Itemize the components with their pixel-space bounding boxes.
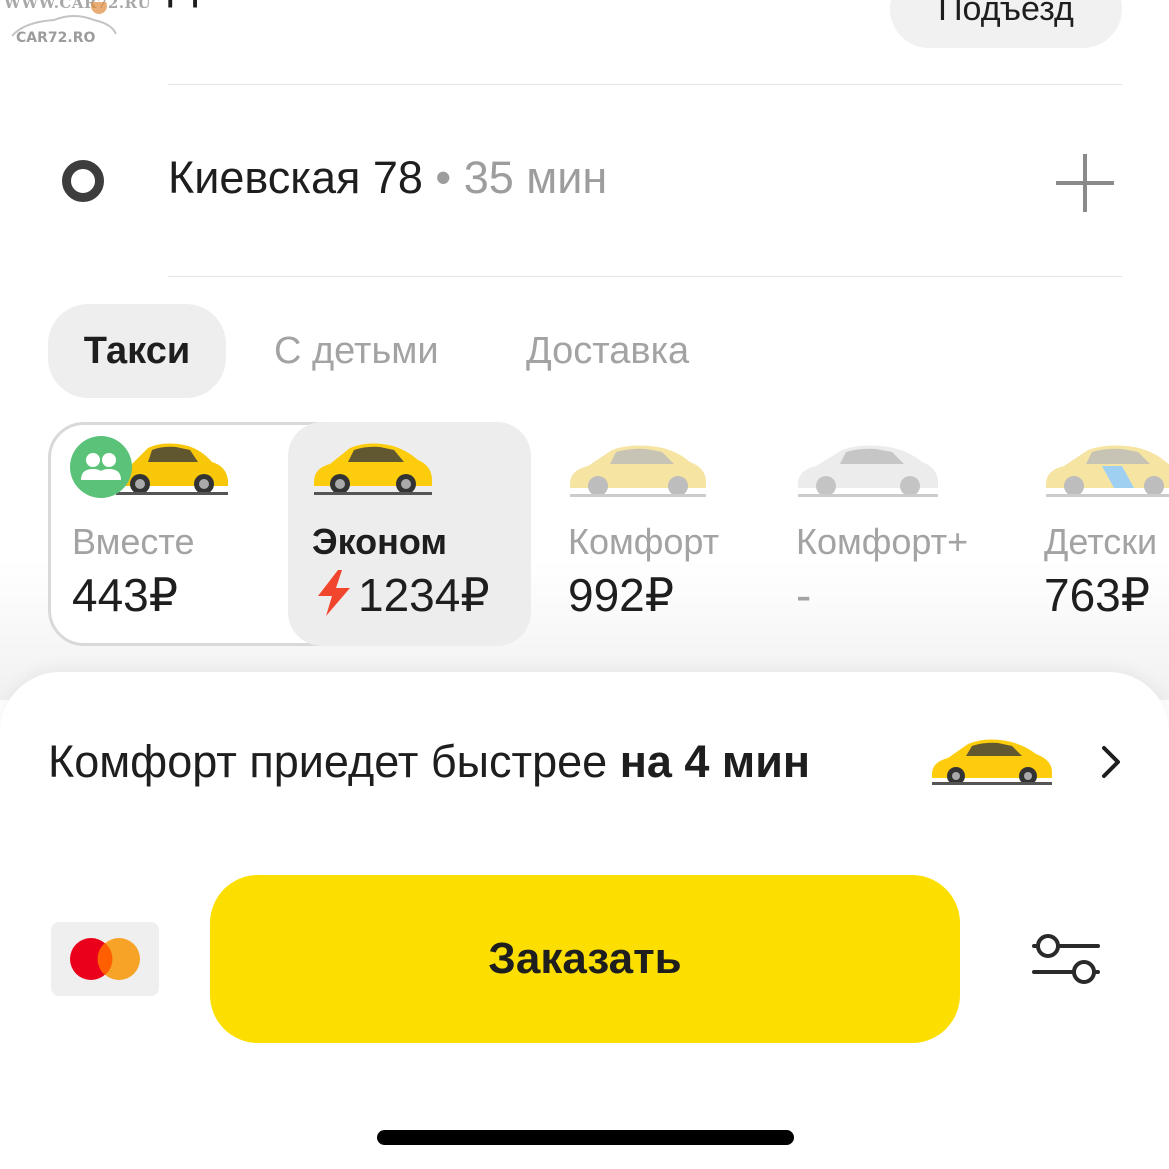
tariff-price-komfort: 992₽: [568, 569, 675, 621]
tariff-name-detsky[interactable]: Детски: [1044, 520, 1157, 564]
destination-address: Киевская 78: [168, 152, 423, 203]
promo-text: Комфорт приедет быстрее: [48, 736, 608, 787]
tab-delivery[interactable]: Доставка: [526, 304, 689, 398]
car-icon: [1046, 445, 1169, 497]
order-button[interactable]: Заказать: [210, 875, 960, 1043]
payment-method-button[interactable]: [51, 922, 159, 996]
sliders-icon[interactable]: [1030, 930, 1102, 990]
watermark: WWW.CAR72.RU CAR72.RO: [4, 0, 151, 54]
promo-highlight: на 4 мин: [619, 736, 811, 787]
divider: [168, 276, 1122, 277]
tariff-name-econom: Эконом: [312, 521, 448, 562]
home-indicator: [377, 1130, 794, 1145]
destination-row[interactable]: Киевская 78 • 35 мин: [168, 150, 607, 206]
mastercard-icon: [70, 938, 140, 980]
destination-point-icon: [62, 160, 104, 202]
plus-icon[interactable]: [1056, 154, 1114, 212]
separator-dot: •: [435, 152, 452, 203]
watermark-text-bottom: CAR72.RO: [16, 30, 96, 46]
tariff-price-econom: 1234₽: [358, 569, 490, 621]
origin-label[interactable]: Дом: [168, 0, 253, 10]
car-icon: [798, 445, 938, 497]
car-icon: [314, 443, 432, 495]
entrance-button[interactable]: Подъезд: [890, 0, 1122, 48]
chevron-right-icon[interactable]: [1100, 744, 1124, 780]
car-icon: [932, 739, 1052, 785]
tariff-price-detsky: 763₽: [1044, 569, 1151, 621]
promo-banner[interactable]: Комфорт приедет быстрее на 4 мин: [48, 734, 810, 790]
tab-taxi[interactable]: Такси: [48, 304, 226, 398]
group-icon: [70, 436, 132, 498]
tariff-price-vmeste: 443₽: [72, 569, 179, 621]
tariff-price-komfort-plus: -: [796, 569, 812, 621]
lightning-icon: [318, 570, 350, 616]
divider: [168, 84, 1122, 85]
tariff-name-vmeste: Вместе: [72, 521, 195, 562]
tab-with-kids[interactable]: С детьми: [274, 304, 439, 398]
car-icon: [570, 445, 706, 497]
tariff-name-komfort-plus[interactable]: Комфорт+: [796, 520, 968, 564]
tariff-name-komfort[interactable]: Комфорт: [568, 520, 719, 564]
travel-time: 35 мин: [463, 152, 608, 203]
